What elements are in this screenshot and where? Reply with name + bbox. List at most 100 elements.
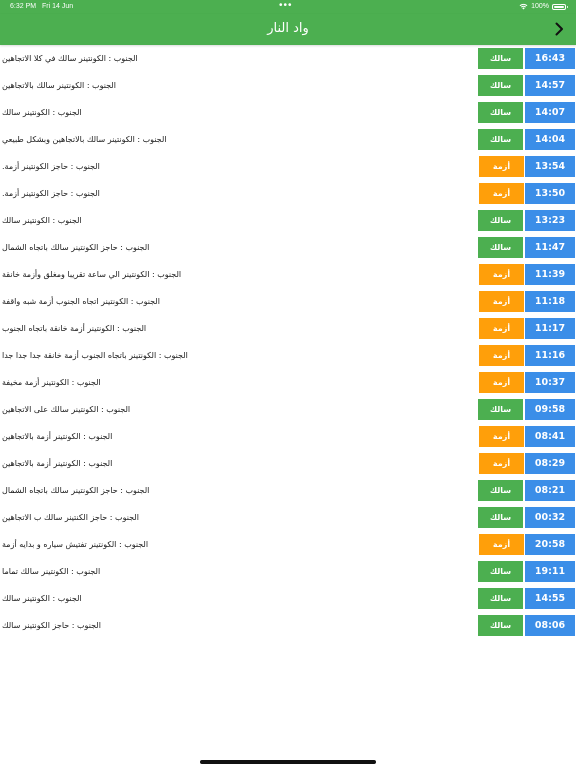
report-time: 10:37: [525, 372, 575, 393]
report-time: 14:55: [525, 588, 575, 609]
status-badge: سالك: [478, 210, 523, 231]
report-description: الجنوب : الكونتينر باتجاه الجنوب أزمة خا…: [2, 351, 188, 360]
status-badge: سالك: [478, 237, 523, 258]
report-time: 13:23: [525, 210, 575, 231]
report-time: 20:58: [525, 534, 575, 555]
list-item[interactable]: الجنوب : الكونتينر أزمة خانقة باتجاه الج…: [0, 315, 576, 342]
report-time: 13:54: [525, 156, 575, 177]
list-item[interactable]: الجنوب : الكونتينر سالك سالك 14:55: [0, 585, 576, 612]
report-description: الجنوب : الكونتينر اتجاه الجنوب أزمة شبه…: [2, 297, 160, 306]
status-badge: سالك: [478, 507, 523, 528]
report-time: 14:07: [525, 102, 575, 123]
list-item[interactable]: الجنوب : حاجز الكونتينر أزمة. أزمة 13:50: [0, 180, 576, 207]
report-description: الجنوب : الكونتينر أزمة خانقة باتجاه الج…: [2, 324, 147, 333]
report-description: الجنوب : الكونتينر سالك: [2, 108, 82, 117]
status-badge: سالك: [478, 75, 523, 96]
status-badge: أزمة: [479, 372, 524, 393]
back-button[interactable]: [550, 19, 568, 39]
page-title: واد النار: [267, 21, 309, 36]
status-badge: سالك: [478, 102, 523, 123]
list-item[interactable]: الجنوب : الكونتينر الي ساعة تقريبا ومغلق…: [0, 261, 576, 288]
report-description: الجنوب : الكونتينر سالك على الاتجاهين: [2, 405, 131, 414]
report-time: 08:41: [525, 426, 575, 447]
report-description: الجنوب : الكونتينر أزمة بالاتجاهين: [2, 459, 113, 468]
report-time: 13:50: [525, 183, 575, 204]
list-item[interactable]: الجنوب : حاجز الكونتينر سالك باتجاه الشم…: [0, 477, 576, 504]
status-date: Fri 14 Jun: [42, 3, 74, 10]
report-description: الجنوب : حاجز الكنتينر سالك ب الاتجاهين: [2, 513, 139, 522]
status-badge: سالك: [478, 561, 523, 582]
status-badge: أزمة: [479, 534, 524, 555]
list-item[interactable]: الجنوب : الكونتينر سالك سالك 13:23: [0, 207, 576, 234]
battery-percent: 100%: [531, 3, 549, 10]
report-description: الجنوب : الكونتينر أزمة مخيفة: [2, 378, 101, 387]
status-badge: أزمة: [479, 318, 524, 339]
report-time: 16:43: [525, 48, 575, 69]
report-time: 19:11: [525, 561, 575, 582]
status-right: 100%: [519, 3, 568, 10]
report-time: 11:18: [525, 291, 575, 312]
report-description: الجنوب : حاجز الكونتينر سالك: [2, 621, 101, 630]
report-time: 00:32: [525, 507, 575, 528]
list-item[interactable]: الجنوب : الكونتينر سالك بالاتجاهين وبشكل…: [0, 126, 576, 153]
list-item[interactable]: الجنوب : الكونتينر باتجاه الجنوب أزمة خا…: [0, 342, 576, 369]
list-item[interactable]: الجنوب : الكونتينر سالك في كلا الاتجاهين…: [0, 45, 576, 72]
list-item[interactable]: الجنوب : حاجز الكنتينر سالك ب الاتجاهين س…: [0, 504, 576, 531]
list-item[interactable]: الجنوب : الكونتينر أزمة مخيفة أزمة 10:37: [0, 369, 576, 396]
list-item[interactable]: الجنوب : حاجز الكونتينر سالك سالك 08:06: [0, 612, 576, 639]
report-description: الجنوب : الكونتينر سالك: [2, 594, 82, 603]
status-badge: أزمة: [479, 264, 524, 285]
status-badge: سالك: [478, 48, 523, 69]
report-time: 08:21: [525, 480, 575, 501]
chevron-right-icon: [555, 22, 563, 36]
status-badge: أزمة: [479, 453, 524, 474]
report-description: الجنوب : الكونتينر سالك تماما: [2, 567, 101, 576]
report-description: الجنوب : الكونتينر سالك: [2, 216, 82, 225]
report-time: 09:58: [525, 399, 575, 420]
report-time: 11:39: [525, 264, 575, 285]
status-badge: سالك: [478, 399, 523, 420]
report-description: الجنوب : حاجز الكونتينر سالك باتجاه الشم…: [2, 243, 150, 252]
report-description: الجنوب : الكونتينر سالك بالاتجاهين: [2, 81, 116, 90]
list-item[interactable]: الجنوب : الكونتينر سالك تماما سالك 19:11: [0, 558, 576, 585]
report-description: الجنوب : الكونتينر سالك في كلا الاتجاهين: [2, 54, 138, 63]
status-badge: أزمة: [479, 291, 524, 312]
report-time: 08:06: [525, 615, 575, 636]
report-time: 08:29: [525, 453, 575, 474]
status-badge: سالك: [478, 480, 523, 501]
status-badge: أزمة: [479, 156, 524, 177]
status-badge: أزمة: [479, 345, 524, 366]
report-description: الجنوب : حاجز الكونتينر سالك باتجاه الشم…: [2, 486, 150, 495]
report-time: 11:17: [525, 318, 575, 339]
status-badge: سالك: [478, 588, 523, 609]
list-item[interactable]: الجنوب : الكونتينر سالك سالك 14:07: [0, 99, 576, 126]
status-badge: أزمة: [479, 183, 524, 204]
multitasking-dots-icon[interactable]: •••: [279, 0, 293, 11]
report-time: 14:04: [525, 129, 575, 150]
list-item[interactable]: الجنوب : الكونتينر أزمة بالاتجاهين أزمة 08…: [0, 423, 576, 450]
report-description: الجنوب : حاجز الكونتينر أزمة.: [2, 162, 100, 171]
report-description: الجنوب : الكونتينر تفتيش سياره و بدايه أ…: [2, 540, 149, 549]
list-item[interactable]: الجنوب : الكونتينر اتجاه الجنوب أزمة شبه…: [0, 288, 576, 315]
report-time: 14:57: [525, 75, 575, 96]
list-item[interactable]: الجنوب : الكونتينر سالك على الاتجاهين سال…: [0, 396, 576, 423]
report-time: 11:16: [525, 345, 575, 366]
list-item[interactable]: الجنوب : الكونتينر سالك بالاتجاهين سالك 14…: [0, 72, 576, 99]
report-description: الجنوب : حاجز الكونتينر أزمة.: [2, 189, 100, 198]
report-description: الجنوب : الكونتينر الي ساعة تقريبا ومغلق…: [2, 270, 182, 279]
report-description: الجنوب : الكونتينر سالك بالاتجاهين وبشكل…: [2, 135, 167, 144]
status-time: 6:32 PM: [10, 3, 37, 10]
wifi-icon: [519, 3, 528, 10]
report-description: الجنوب : الكونتينر أزمة بالاتجاهين: [2, 432, 113, 441]
status-bar: 6:32 PM Fri 14 Jun ••• 100%: [0, 0, 576, 14]
status-badge: سالك: [478, 129, 523, 150]
report-time: 11:47: [525, 237, 575, 258]
list-item[interactable]: الجنوب : حاجز الكونتينر سالك باتجاه الشم…: [0, 234, 576, 261]
navigation-bar: واد النار: [0, 14, 576, 45]
home-indicator[interactable]: [200, 760, 376, 764]
list-item[interactable]: الجنوب : الكونتينر أزمة بالاتجاهين أزمة 08…: [0, 450, 576, 477]
list-item[interactable]: الجنوب : الكونتينر تفتيش سياره و بدايه أ…: [0, 531, 576, 558]
list-item[interactable]: الجنوب : حاجز الكونتينر أزمة. أزمة 13:54: [0, 153, 576, 180]
battery-icon: [552, 3, 568, 10]
status-badge: أزمة: [479, 426, 524, 447]
